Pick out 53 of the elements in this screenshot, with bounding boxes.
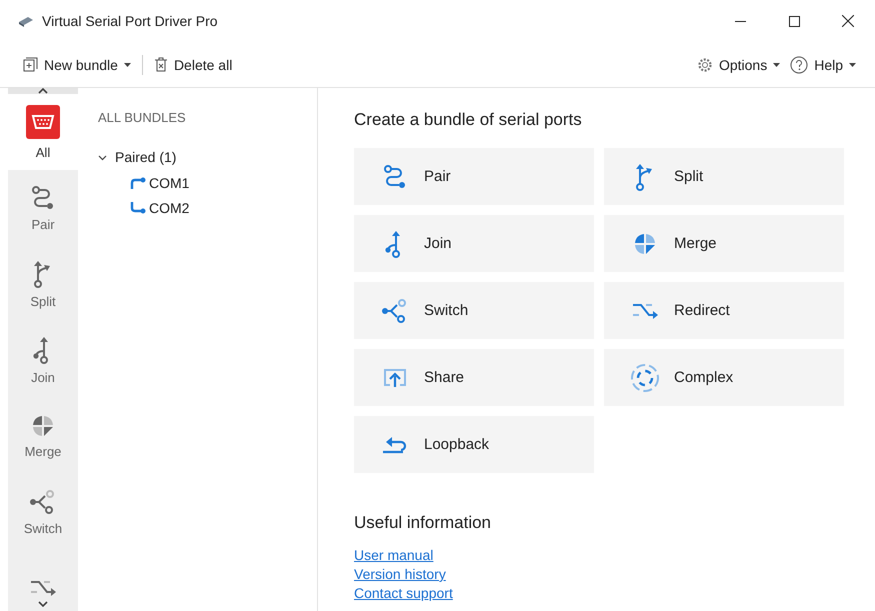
- chevron-icon: [98, 152, 107, 162]
- toolbar-button[interactable]: New bundle: [18, 52, 136, 76]
- bundle-type-button[interactable]: Pair: [354, 148, 594, 205]
- share-icon: [382, 366, 408, 388]
- close-icon: [842, 15, 854, 27]
- scroll-down-icon[interactable]: [38, 601, 48, 607]
- link[interactable]: Contact support: [354, 585, 453, 601]
- section-title: Create a bundle of serial ports: [354, 110, 583, 130]
- window-title: Virtual Serial Port Driver Pro: [42, 13, 219, 29]
- bundle-type-button[interactable]: Merge: [604, 215, 844, 272]
- sidebar-item[interactable]: Pair: [8, 170, 78, 246]
- toolbar-button[interactable]: Options: [692, 52, 786, 76]
- sidebar-item[interactable]: Switch: [8, 474, 78, 550]
- tree-item[interactable]: COM1: [130, 175, 317, 191]
- link[interactable]: User manual: [354, 547, 434, 563]
- bundle-type-button[interactable]: Join: [354, 215, 594, 272]
- app-icon: [18, 15, 34, 27]
- bundle-type-button[interactable]: Switch: [354, 282, 594, 339]
- sidebar-item[interactable]: Join: [8, 322, 78, 398]
- port-icon: [130, 177, 146, 189]
- merge-icon: [633, 232, 657, 256]
- bundle-type-button[interactable]: Share: [354, 349, 594, 406]
- switch-icon: [29, 488, 57, 514]
- link[interactable]: Version history: [354, 566, 446, 582]
- toolbar-button[interactable]: Delete all: [148, 52, 238, 76]
- trash-icon: [154, 57, 168, 72]
- bundle-type-button[interactable]: Loopback: [354, 416, 594, 473]
- sidebar-item[interactable]: Merge: [8, 398, 78, 474]
- chevron-up-icon: [38, 88, 48, 94]
- port-icon: [130, 202, 146, 214]
- settings-icon: [696, 56, 713, 72]
- serial-port-icon: [26, 104, 60, 138]
- bundle-type-button[interactable]: Complex: [604, 349, 844, 406]
- bundle-type-button[interactable]: Split: [604, 148, 844, 205]
- loopback-icon: [381, 434, 409, 454]
- redirect-icon: [29, 578, 57, 598]
- sidebar-item[interactable]: All: [8, 94, 78, 170]
- switch-icon: [381, 298, 409, 324]
- pair-icon: [383, 164, 407, 190]
- new-bundle-icon: [23, 57, 38, 72]
- tree-node[interactable]: Paired (1): [98, 149, 176, 165]
- pair-icon: [31, 184, 55, 210]
- scroll-up-button[interactable]: [8, 88, 78, 94]
- maximize-icon: [788, 16, 800, 26]
- bundle-type-button[interactable]: Redirect: [604, 282, 844, 339]
- tree-item[interactable]: COM2: [130, 200, 317, 216]
- section-title: Useful information: [354, 513, 492, 533]
- help-icon: [790, 56, 808, 74]
- toolbar-button[interactable]: Help: [785, 52, 861, 78]
- complex-icon: [630, 362, 660, 392]
- sidebar-item[interactable]: Split: [8, 246, 78, 322]
- merge-icon: [31, 414, 55, 438]
- section-heading: ALL BUNDLES: [98, 110, 187, 125]
